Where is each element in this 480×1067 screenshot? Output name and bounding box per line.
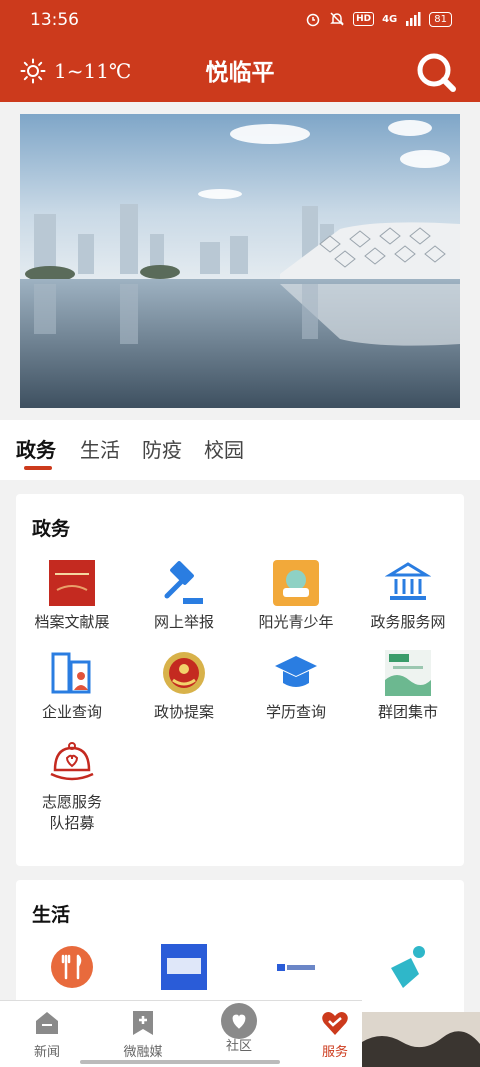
service-label: 网上举报 — [153, 613, 214, 631]
service-item-education[interactable]: 学历查询 — [240, 650, 352, 723]
life-item-environment[interactable] — [240, 944, 352, 990]
status-bar: 13:56 HD 4G 81 — [0, 0, 480, 40]
alarm-icon — [306, 13, 320, 27]
life-section-card: 生活 — [16, 880, 464, 1020]
service-heart-icon — [322, 1012, 348, 1035]
banner-image[interactable] — [20, 114, 460, 408]
battery-indicator: 81 — [429, 11, 452, 27]
graduation-cap-icon — [275, 656, 317, 687]
tab-epidemic[interactable]: 防疫 — [142, 434, 182, 463]
service-label-line2: 队招募 — [49, 814, 95, 832]
gov-section-card: 政务 档案文献展 网上举报 阳光青少年 政务服务网 企业查询 政协提案 学历查询… — [16, 494, 464, 866]
nav-community[interactable]: 社区 — [194, 1003, 284, 1054]
service-item-enterprise[interactable]: 企业查询 — [16, 650, 128, 723]
service-label-line1: 志愿服务 — [41, 793, 102, 811]
service-item-archive[interactable]: 档案文献展 — [16, 560, 128, 633]
food-text-icon — [161, 944, 207, 990]
service-label: 政协提案 — [153, 703, 214, 721]
gavel-icon — [164, 561, 203, 604]
service-item-gov-service[interactable]: 政务服务网 — [352, 560, 464, 633]
service-label: 学历查询 — [265, 703, 326, 721]
bottom-navigation: 新闻 微融媒 社区 服务 — [0, 1000, 362, 1067]
status-time: 13:56 — [30, 10, 79, 30]
home-indicator — [80, 1060, 280, 1064]
service-label: 阳光青少年 — [258, 613, 334, 631]
service-label: 群团集市 — [377, 703, 438, 721]
emblem-icon — [163, 652, 205, 694]
life-item-sport[interactable] — [352, 944, 464, 990]
service-item-youth[interactable]: 阳光青少年 — [240, 560, 352, 633]
sport-runner-icon — [391, 946, 425, 988]
status-icons: HD 4G 81 — [305, 11, 452, 27]
tab-active-indicator — [24, 466, 52, 470]
section-title-life: 生活 — [32, 904, 71, 926]
service-item-proposal[interactable]: 政协提案 — [128, 650, 240, 723]
nav-label: 微融媒 — [123, 1045, 163, 1060]
media-bookmark-icon — [133, 1011, 153, 1035]
service-item-market[interactable]: 群团集市 — [352, 650, 464, 723]
environment-icon — [277, 964, 315, 971]
market-icon — [385, 650, 431, 696]
category-tabs: 政务 生活 防疫 校园 — [0, 420, 480, 480]
tab-gov[interactable]: 政务 — [16, 434, 56, 463]
news-icon — [36, 1012, 58, 1034]
app-title: 悦临平 — [205, 60, 275, 86]
search-icon[interactable] — [414, 50, 458, 94]
nav-label: 新闻 — [33, 1045, 60, 1060]
nav-news[interactable]: 新闻 — [2, 1009, 92, 1060]
hd-badge: HD — [353, 12, 375, 26]
nav-label: 社区 — [225, 1039, 252, 1054]
section-title-gov: 政务 — [32, 518, 71, 540]
service-label: 志愿服务 队招募 — [16, 792, 128, 834]
floating-thumbnail[interactable] — [362, 1012, 480, 1067]
signal-4g: 4G — [382, 13, 398, 25]
service-label: 政务服务网 — [370, 613, 446, 631]
mute-bell-icon — [330, 12, 344, 26]
government-building-icon — [385, 562, 431, 600]
life-item-food[interactable] — [128, 944, 240, 990]
archive-exhibit-icon — [49, 560, 95, 606]
enterprise-icon — [51, 652, 91, 694]
tab-life[interactable]: 生活 — [80, 434, 120, 463]
service-item-volunteer[interactable]: 志愿服务 队招募 — [16, 740, 128, 834]
landscape-thumbnail — [362, 1012, 480, 1067]
city-lake-illustration — [20, 114, 460, 408]
youth-icon — [273, 560, 319, 606]
restaurant-icon — [51, 946, 93, 988]
life-item-restaurant[interactable] — [16, 944, 128, 990]
nav-media[interactable]: 微融媒 — [98, 1009, 188, 1060]
signal-bars-icon — [406, 12, 421, 26]
service-item-report[interactable]: 网上举报 — [128, 560, 240, 633]
volunteer-cap-icon — [50, 742, 94, 781]
community-chat-icon — [221, 1003, 257, 1039]
service-label: 档案文献展 — [34, 613, 110, 631]
app-header: 13:56 HD 4G 81 1~11℃ 悦临平 — [0, 0, 480, 102]
tab-campus[interactable]: 校园 — [204, 434, 244, 463]
service-label: 企业查询 — [41, 703, 102, 721]
